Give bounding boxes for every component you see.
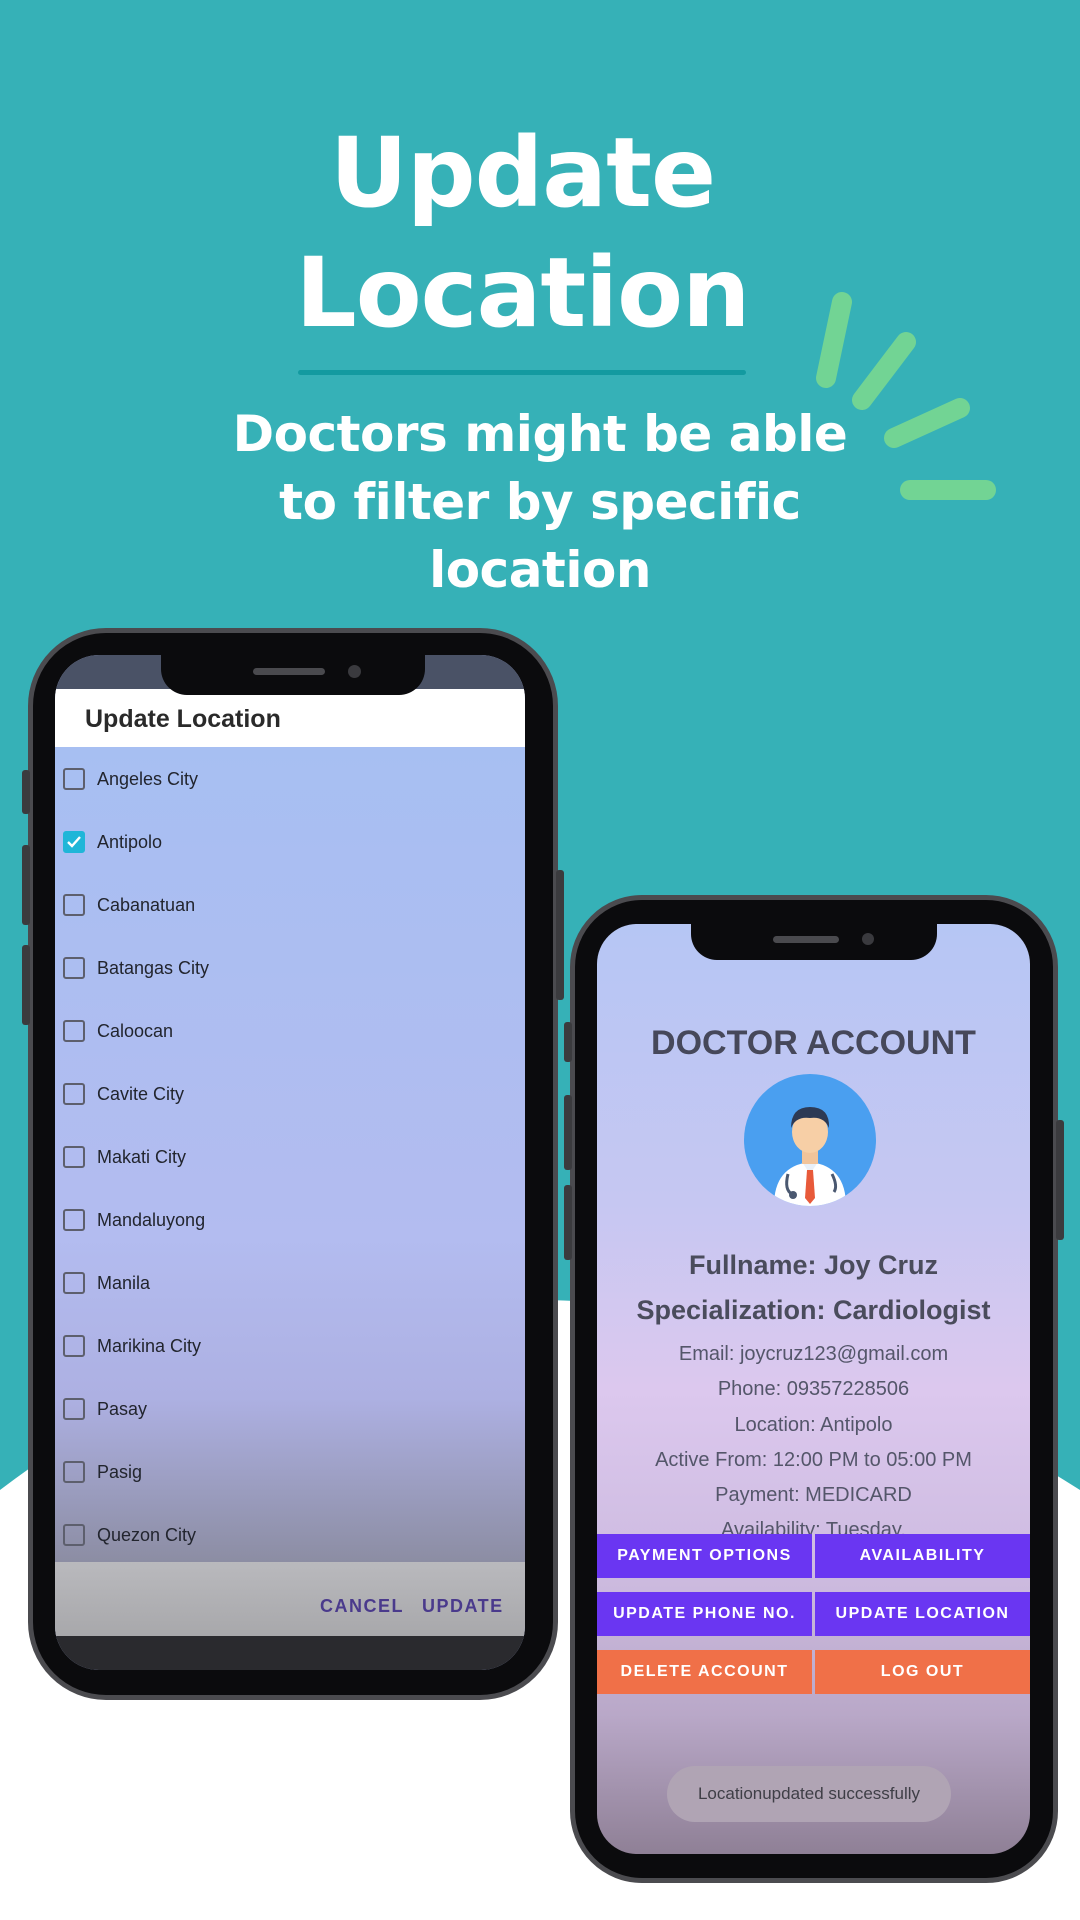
specialization-text: Specialization: Cardiologist: [636, 1295, 991, 1325]
left-phone-volume-down: [22, 945, 30, 1025]
update-phone-button[interactable]: UPDATE PHONE NO.: [597, 1592, 812, 1636]
location-label: Pasay: [97, 1398, 148, 1419]
location-label: Cavite City: [97, 1083, 185, 1104]
location-label: Batangas City: [97, 957, 210, 978]
fullname-text: Fullname: Joy Cruz: [688, 1250, 939, 1280]
hero-divider: [298, 370, 746, 375]
dialog-footer: CANCEL UPDATE: [55, 1562, 525, 1636]
location-label: Makati City: [97, 1146, 187, 1167]
checkbox[interactable]: [63, 1146, 85, 1168]
hero-title-line-1: Update: [329, 117, 716, 229]
phone-text: Phone: 09357228506: [717, 1378, 910, 1400]
right-phone-speaker: [773, 936, 839, 943]
location-text: Location: Antipolo: [734, 1414, 893, 1436]
sparkle-icon: [816, 292, 996, 500]
payment-text: Payment: MEDICARD: [715, 1484, 912, 1506]
hero-subtitle: Doctors might be able to filter by speci…: [200, 400, 880, 604]
checkbox[interactable]: [63, 1335, 85, 1357]
checkbox[interactable]: [63, 1020, 85, 1042]
checkbox[interactable]: [63, 1083, 85, 1105]
location-item-manila[interactable]: Manila: [63, 1263, 150, 1303]
checkbox[interactable]: [63, 1524, 85, 1546]
location-label: Mandaluyong: [97, 1209, 206, 1230]
checkbox[interactable]: [63, 957, 85, 979]
email-text: Email: joycruz123@gmail.com: [678, 1343, 949, 1365]
checkbox[interactable]: [63, 1398, 85, 1420]
location-item-marikina-city[interactable]: Marikina City: [63, 1326, 201, 1366]
right-phone-volume-up: [564, 1095, 572, 1170]
left-phone-volume-up: [22, 845, 30, 925]
location-label: Marikina City: [97, 1335, 202, 1356]
dialog-title: Update Location: [85, 705, 281, 733]
checkbox[interactable]: [63, 768, 85, 790]
location-item-caloocan[interactable]: Caloocan: [63, 1011, 173, 1051]
toast-message: Locationupdated successfully: [667, 1766, 951, 1822]
left-phone-power-button: [556, 870, 564, 1000]
update-button[interactable]: UPDATE: [422, 1596, 504, 1617]
log-out-button[interactable]: LOG OUT: [815, 1650, 1030, 1694]
right-phone-side-button: [564, 1022, 572, 1062]
checkbox[interactable]: [63, 894, 85, 916]
payment-options-button[interactable]: PAYMENT OPTIONS: [597, 1534, 812, 1578]
left-phone-side-button: [22, 770, 30, 814]
location-item-cavite-city[interactable]: Cavite City: [63, 1074, 184, 1114]
location-item-pasay[interactable]: Pasay: [63, 1389, 147, 1429]
right-phone-volume-down: [564, 1185, 572, 1260]
navigation-bar: [55, 1636, 525, 1670]
location-item-pasig[interactable]: Pasig: [63, 1452, 142, 1492]
checkbox[interactable]: [63, 1461, 85, 1483]
location-item-mandaluyong[interactable]: Mandaluyong: [63, 1200, 205, 1240]
left-phone-camera: [348, 665, 361, 678]
hero-subtitle-line-1: Doctors might be able: [232, 405, 848, 463]
left-phone-speaker: [253, 668, 325, 675]
location-item-makati-city[interactable]: Makati City: [63, 1137, 186, 1177]
location-item-batangas-city[interactable]: Batangas City: [63, 948, 209, 988]
cancel-button[interactable]: CANCEL: [320, 1596, 404, 1617]
location-label: Pasig: [97, 1461, 143, 1482]
location-label: Angeles City: [97, 768, 199, 789]
location-label: Manila: [97, 1272, 151, 1293]
account-title: DOCTOR ACCOUNT: [651, 1024, 976, 1062]
location-item-quezon-city[interactable]: Quezon City: [63, 1515, 196, 1555]
doctor-avatar-icon: [744, 1074, 876, 1206]
right-phone-power-button: [1056, 1120, 1064, 1240]
right-phone-camera: [862, 933, 874, 945]
update-location-button[interactable]: UPDATE LOCATION: [815, 1592, 1030, 1636]
location-item-angeles-city[interactable]: Angeles City: [63, 759, 198, 799]
delete-account-button[interactable]: DELETE ACCOUNT: [597, 1650, 812, 1694]
checkbox[interactable]: [63, 1272, 85, 1294]
check-icon: [67, 836, 81, 848]
location-item-antipolo[interactable]: Antipolo: [63, 822, 162, 862]
checkbox-checked[interactable]: [63, 831, 85, 853]
availability-button[interactable]: AVAILABILITY: [815, 1534, 1030, 1578]
location-item-cabanatuan[interactable]: Cabanatuan: [63, 885, 195, 925]
right-phone-screen: DOCTOR ACCOUNT Fullname: Joy Cruz Specia…: [597, 924, 1030, 1854]
checkbox[interactable]: [63, 1209, 85, 1231]
left-phone-screen: Update Location Angeles City Antipolo Ca…: [55, 655, 525, 1670]
location-label: Antipolo: [97, 831, 163, 852]
location-label: Cabanatuan: [97, 894, 196, 915]
hero-subtitle-line-3: location: [429, 541, 651, 599]
left-phone-notch: [161, 655, 425, 695]
location-label: Caloocan: [97, 1020, 174, 1041]
location-label: Quezon City: [97, 1524, 197, 1545]
location-list[interactable]: Angeles City Antipolo Cabanatuan Batanga…: [55, 747, 525, 1562]
active-from-text: Active From: 12:00 PM to 05:00 PM: [655, 1449, 972, 1471]
hero-subtitle-line-2: to filter by specific: [279, 473, 801, 531]
